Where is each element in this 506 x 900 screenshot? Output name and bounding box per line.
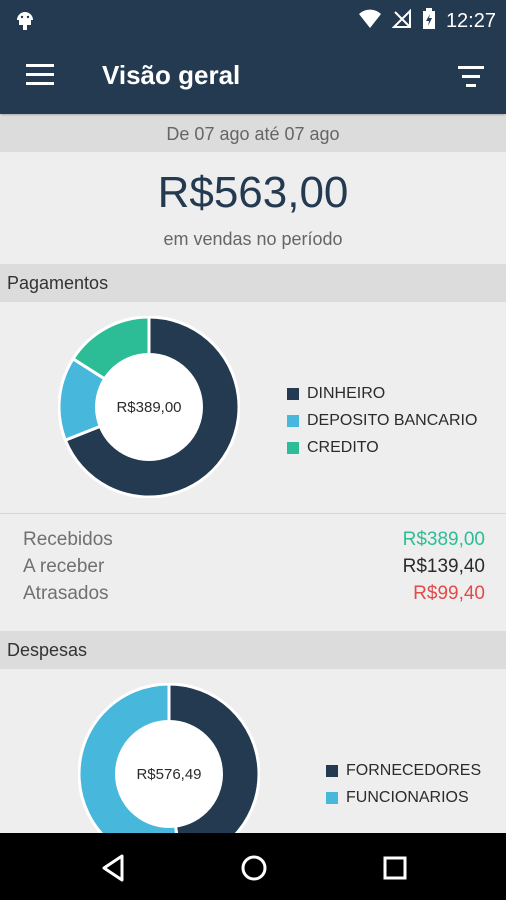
donut-center-label: R$389,00 xyxy=(116,399,181,416)
no-signal-icon xyxy=(391,8,412,34)
menu-icon[interactable] xyxy=(26,64,54,88)
legend-swatch xyxy=(287,414,299,427)
home-icon[interactable] xyxy=(237,851,271,885)
despesas-legend: FORNECEDORES FUNCIONARIOS xyxy=(326,757,481,811)
section-header-despesas: Despesas xyxy=(0,631,506,669)
section-header-pagamentos: Pagamentos xyxy=(0,264,506,302)
summary-label: Recebidos xyxy=(23,529,113,550)
recents-icon[interactable] xyxy=(378,851,412,885)
date-range[interactable]: De 07 ago até 07 ago xyxy=(0,116,506,152)
payments-summary: Recebidos R$389,00 A receber R$139,40 At… xyxy=(23,526,485,607)
filter-icon[interactable] xyxy=(458,66,484,88)
summary-label: Atrasados xyxy=(23,583,109,604)
page-title: Visão geral xyxy=(102,60,241,90)
total-caption: em vendas no período xyxy=(163,229,343,249)
legend-swatch xyxy=(326,791,338,804)
legend-item: FORNECEDORES xyxy=(326,757,481,784)
summary-value: R$389,00 xyxy=(402,529,485,550)
summary-row-a-receber: A receber R$139,40 xyxy=(23,553,485,580)
legend-item: FUNCIONARIOS xyxy=(326,784,481,811)
legend-label: DEPOSITO BANCARIO xyxy=(307,411,478,429)
pagamentos-donut-chart: R$389,00 xyxy=(58,316,240,498)
wifi-icon xyxy=(358,9,382,34)
app-bar: Visão geral xyxy=(0,38,506,114)
legend-label: FUNCIONARIOS xyxy=(346,788,469,806)
summary-value: R$99,40 xyxy=(413,583,485,604)
legend-swatch xyxy=(326,764,338,777)
legend-label: FORNECEDORES xyxy=(346,761,482,779)
legend-item: DINHEIRO xyxy=(287,380,477,407)
legend-label: DINHEIRO xyxy=(307,384,386,402)
android-icon xyxy=(14,8,36,35)
legend-swatch xyxy=(287,387,299,400)
pagamentos-legend: DINHEIRO DEPOSITO BANCARIO CREDITO xyxy=(287,380,477,461)
legend-item: DEPOSITO BANCARIO xyxy=(287,407,477,434)
legend-swatch xyxy=(287,441,299,454)
divider xyxy=(0,513,506,514)
summary-value: R$139,40 xyxy=(402,556,485,577)
legend-label: CREDITO xyxy=(307,438,379,456)
legend-item: CREDITO xyxy=(287,434,477,461)
status-bar: 12:27 xyxy=(0,0,506,38)
total-amount: R$563,00 xyxy=(157,168,349,217)
navigation-bar xyxy=(0,833,506,900)
clock: 12:27 xyxy=(445,10,496,32)
summary-row-atrasados: Atrasados R$99,40 xyxy=(23,580,485,607)
summary-label: A receber xyxy=(23,556,105,577)
back-icon[interactable] xyxy=(96,851,130,885)
summary-row-recebidos: Recebidos R$389,00 xyxy=(23,526,485,553)
battery-charging-icon xyxy=(422,8,436,35)
donut-center-label: R$576,49 xyxy=(136,766,201,783)
